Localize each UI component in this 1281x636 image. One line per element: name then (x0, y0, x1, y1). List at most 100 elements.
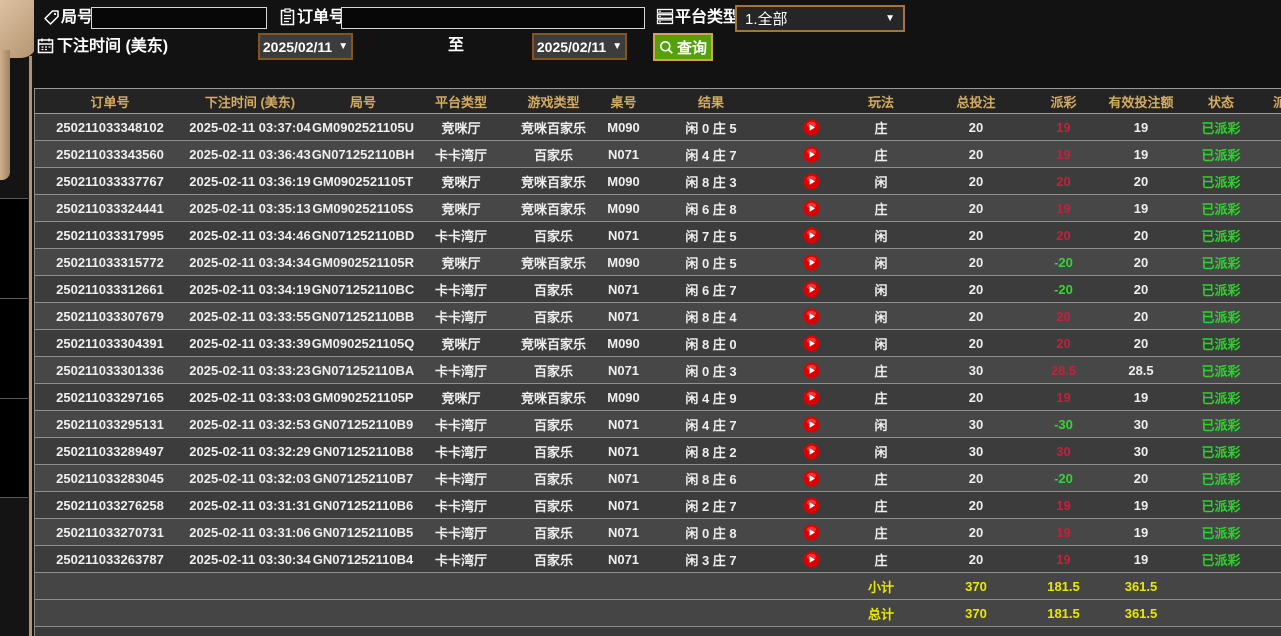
replay-icon[interactable] (771, 168, 851, 194)
cell-play: 庄 (874, 525, 888, 541)
replay-icon[interactable] (771, 303, 851, 329)
cell-game-no: GM0902521105P (312, 389, 414, 405)
replay-icon[interactable] (771, 411, 851, 437)
order-no-input[interactable] (341, 7, 645, 29)
cell-order-no: 250211033348102 (56, 119, 164, 135)
search-icon (659, 40, 674, 55)
cell-bet-time: 2025-02-11 03:34:34 (189, 254, 311, 270)
cell-extra (1246, 330, 1281, 356)
cell-game-type: 百家乐 (533, 498, 573, 514)
summary-row: 小计 370 181.5 361.5 (35, 573, 1281, 600)
cell-total-bet: 20 (968, 119, 984, 135)
cell-total-bet: 20 (968, 200, 984, 216)
date-to-select[interactable]: 2025/02/11 ▼ (532, 33, 627, 60)
cell-result: 闲 2 庄 7 (685, 498, 737, 514)
cell-table-no: N071 (607, 497, 640, 513)
cell-game-no: GM0902521105Q (311, 335, 415, 351)
cell-extra (1246, 303, 1281, 329)
cell-play: 闲 (874, 174, 888, 190)
cell-platform: 竞咪厅 (441, 201, 481, 217)
cell-play: 庄 (874, 552, 888, 568)
cell-game-no: GN071252110B6 (312, 497, 414, 513)
table-row: 250211033307679 2025-02-11 03:33:55 GN0712… (35, 303, 1281, 330)
cell-extra (1246, 168, 1281, 194)
cell-total-bet: 20 (968, 497, 984, 513)
replay-icon[interactable] (771, 330, 851, 356)
cell-table-no: N071 (607, 227, 640, 243)
table-row: 250211033276258 2025-02-11 03:31:31 GN0712… (35, 492, 1281, 519)
cell-order-no: 250211033270731 (56, 524, 164, 540)
cell-total-bet: 20 (968, 308, 984, 324)
replay-icon[interactable] (771, 249, 851, 275)
cell-order-no: 250211033301336 (56, 362, 164, 378)
cell-payout: -20 (1054, 254, 1073, 270)
cell-order-no: 250211033337767 (56, 173, 164, 189)
replay-icon[interactable] (771, 438, 851, 464)
background-left-strip (0, 0, 37, 636)
cell-result: 闲 8 庄 4 (685, 309, 737, 325)
query-button[interactable]: 查询 (653, 33, 713, 61)
table-row: 250211033312661 2025-02-11 03:34:19 GN0712… (35, 276, 1281, 303)
cell-game-type: 百家乐 (533, 147, 573, 163)
cell-game-no: GN071252110BH (311, 146, 415, 162)
column-header: 派彩 (1246, 89, 1281, 113)
replay-icon[interactable] (771, 357, 851, 383)
cell-platform: 竞咪厅 (441, 255, 481, 271)
cell-bet-time: 2025-02-11 03:32:03 (189, 470, 311, 486)
cell-total-bet: 20 (968, 146, 984, 162)
replay-icon[interactable] (771, 141, 851, 167)
date-from-select[interactable]: 2025/02/11 ▼ (258, 33, 353, 60)
replay-icon[interactable] (771, 222, 851, 248)
cell-game-no: GN071252110B7 (312, 470, 414, 486)
summary-empty-cell (315, 573, 411, 599)
cell-total-bet: 20 (968, 254, 984, 270)
cell-play: 庄 (874, 390, 888, 406)
column-header: 总投注 (956, 94, 996, 110)
cell-game-type: 百家乐 (533, 228, 573, 244)
cell-extra (1246, 114, 1281, 140)
replay-icon[interactable] (771, 465, 851, 491)
cell-total-bet: 20 (968, 335, 984, 351)
query-button-label: 查询 (676, 39, 707, 57)
cell-game-type: 百家乐 (533, 525, 573, 541)
summary-empty-cell (35, 573, 185, 599)
bet-time-label: 下注时间 (美东) (57, 38, 169, 55)
cell-platform: 卡卡湾厅 (434, 552, 487, 568)
cell-status: 已派彩 (1201, 552, 1241, 568)
replay-icon[interactable] (771, 492, 851, 518)
replay-icon[interactable] (771, 384, 851, 410)
cell-status: 已派彩 (1201, 309, 1241, 325)
cell-game-no: GN071252110B4 (312, 551, 414, 567)
cell-game-no: GN071252110BB (311, 308, 415, 324)
replay-icon[interactable] (771, 519, 851, 545)
cell-table-no: M090 (607, 254, 640, 270)
cell-valid-bet: 20 (1133, 173, 1149, 189)
replay-icon[interactable] (771, 276, 851, 302)
cell-payout: 20 (1056, 308, 1071, 324)
replay-icon[interactable] (771, 546, 851, 572)
cell-table-no: M090 (607, 200, 640, 216)
replay-icon[interactable] (771, 114, 851, 140)
cell-bet-time: 2025-02-11 03:36:19 (189, 173, 311, 189)
cell-result: 闲 4 庄 9 (685, 390, 737, 406)
platform-type-select[interactable]: 1.全部 ▼ (735, 5, 905, 32)
summary-valid-bet: 361.5 (1124, 605, 1158, 621)
cell-payout: 20 (1056, 335, 1071, 351)
replay-icon[interactable] (771, 195, 851, 221)
game-no-input[interactable] (91, 7, 267, 29)
cell-status: 已派彩 (1201, 228, 1241, 244)
calendar-icon (37, 37, 54, 54)
summary-empty-cell (1196, 600, 1246, 626)
cell-result: 闲 0 庄 3 (685, 363, 737, 379)
cell-result: 闲 0 庄 8 (685, 525, 737, 541)
cell-order-no: 250211033317995 (56, 227, 164, 243)
summary-empty-cell (35, 600, 185, 626)
date-to-value: 2025/02/11 (536, 38, 607, 55)
cell-game-type: 百家乐 (533, 417, 573, 433)
column-header: 游戏类型 (527, 94, 580, 110)
cell-game-no: GM0902521105R (312, 254, 414, 270)
cell-table-no: N071 (607, 362, 640, 378)
cell-platform: 竞咪厅 (441, 336, 481, 352)
cell-valid-bet: 19 (1133, 119, 1149, 135)
cell-result: 闲 7 庄 5 (685, 228, 737, 244)
